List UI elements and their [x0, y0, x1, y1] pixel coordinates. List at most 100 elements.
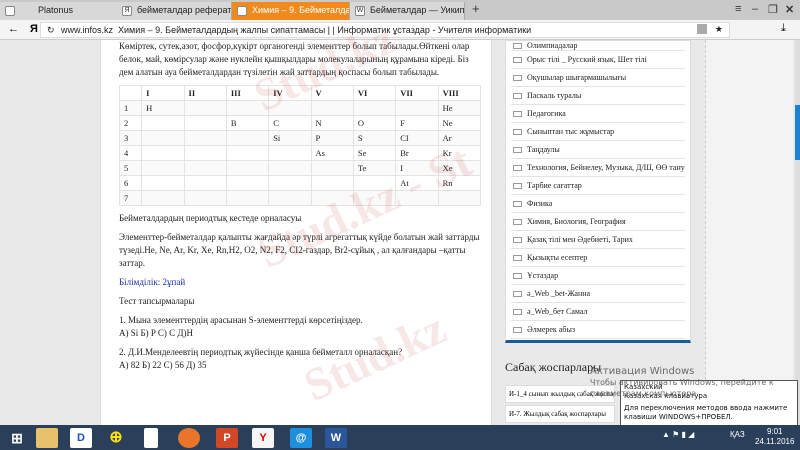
tab-wikipedia[interactable]: WБейметалдар — Уикипедия [350, 2, 465, 20]
mail-agent-icon[interactable]: @ [290, 428, 312, 448]
table-cell [352, 190, 397, 206]
folder-icon [513, 147, 522, 153]
reload-icon[interactable]: ↻ [47, 25, 55, 36]
folder-icon [513, 93, 522, 99]
question-2: 2. Д.И.Менделеевтің периодтық жүйесінде … [119, 347, 403, 357]
table-cell: Xe [437, 160, 482, 176]
table-cell: Ar [437, 130, 482, 146]
address-bar: ← Я ↻ www.infos.kz Химия – 9. Бейметалда… [0, 20, 800, 40]
sidebar-category-item[interactable]: Паскаль туралы [511, 87, 685, 105]
table-cell: V [310, 85, 354, 101]
sidebar-category-item[interactable]: Педагогика [511, 105, 685, 123]
sidebar-category-item[interactable]: ә_Web _bet-Жанна [511, 285, 685, 303]
sidebar-category-item[interactable]: Физика [511, 195, 685, 213]
url-field[interactable]: ↻ www.infos.kz Химия – 9. Бейметалдардың… [40, 22, 730, 38]
table-cell [183, 160, 227, 176]
tab-chemistry[interactable]: Химия – 9. Бейметалдардың ✕ [232, 2, 350, 20]
language-indicator[interactable]: ҚАЗ [730, 430, 745, 439]
question-1: 1. Мына элементтердің арасынан S-элемент… [119, 315, 363, 325]
tab-platonus[interactable]: Platonus [0, 2, 120, 20]
sidebar-category-item[interactable]: Қазақ тілі мен Әдебиеті, Тарих [511, 231, 685, 249]
table-cell [268, 175, 312, 191]
sidebar-category-item[interactable]: Қызықты есептер [511, 249, 685, 267]
table-cell: F [395, 115, 439, 131]
media-player-icon[interactable]: D [70, 428, 92, 448]
word-icon[interactable]: W [325, 428, 347, 448]
table-cell: Rn [437, 175, 482, 191]
table-cell [141, 190, 185, 206]
sidebar-category-item[interactable]: Сыныптан тыс жұмыстар [511, 123, 685, 141]
download-icon[interactable]: ⤓ [781, 22, 786, 35]
score-label: Білімділік: 2ұпай [119, 277, 186, 287]
scrollbar-thumb[interactable] [795, 105, 800, 160]
sidebar-category-item[interactable]: Орыс тілі _ Русский язык, Шет тілі [511, 51, 685, 69]
article-content: Көміртек, сутек,азот, фосфор,күкірт орга… [100, 40, 492, 425]
table-cell [352, 100, 397, 116]
table-cell: Si [268, 130, 312, 146]
table-row: I II III IV V VI VII VIII [118, 85, 482, 101]
tray-icons[interactable]: ▲ ⚑ ▮ ◢ [662, 430, 694, 439]
bookmark-star-icon[interactable]: ★ [715, 24, 723, 35]
table-cell [395, 190, 439, 206]
table-cell [225, 175, 270, 191]
yandex-logo-icon[interactable]: Я [30, 23, 38, 35]
sidebar-category-item[interactable]: Технология, Бейнелеу, Музыка, Д/Ш, ӨӨ та… [511, 159, 685, 177]
table-cell: I [141, 85, 185, 101]
scrollbar[interactable] [795, 40, 800, 425]
powerpoint-icon[interactable]: P [216, 428, 238, 448]
site-icon [237, 6, 247, 16]
table-cell: Ne [437, 115, 482, 131]
tab-referat[interactable]: Ябейметалдар реферат қазақ [117, 2, 232, 20]
table-cell: B [225, 115, 270, 131]
table-cell [118, 85, 143, 101]
table-cell: Te [352, 160, 397, 176]
table-cell: IV [268, 85, 312, 101]
restore-button[interactable]: ❐ [768, 3, 778, 16]
close-button[interactable]: ✕ [785, 3, 794, 16]
folder-icon [513, 273, 522, 279]
table-cell: 3 [118, 130, 143, 146]
table-cell: Kr [437, 145, 482, 161]
table-cell: 2 [118, 115, 143, 131]
table-cell: CI [395, 130, 439, 146]
section-heading: Бейметалдардың периодтық кестеде орналас… [119, 213, 302, 223]
sidebar-category-item[interactable]: Ұстаздар [511, 267, 685, 285]
sidebar-category-item[interactable]: Тәрбие сағаттар [511, 177, 685, 195]
wikipedia-icon: W [355, 6, 365, 16]
yandex-browser-icon[interactable]: Y [252, 428, 274, 448]
table-row: 1 H He [118, 100, 482, 116]
file-explorer-icon[interactable] [36, 428, 58, 448]
table-cell [141, 115, 185, 131]
sidebar-category-item[interactable]: Оқушылар шығармашылығы [511, 69, 685, 87]
sidebar-category-item[interactable]: Химия, Биология, География [511, 213, 685, 231]
protect-icon[interactable] [697, 24, 707, 34]
table-cell [225, 100, 270, 116]
sidebar-category-item[interactable]: ә_Web_бет Самал [511, 303, 685, 321]
sidebar-category-item[interactable]: Таңдаулы [511, 141, 685, 159]
intro-paragraph: Көміртек, сутек,азот, фосфор,күкірт орга… [119, 41, 470, 77]
table-cell: S [352, 130, 397, 146]
table-cell [183, 115, 227, 131]
table-row: 2 B C N O F Ne [118, 115, 482, 131]
lesson-plan-link[interactable]: И-7. Жылдық сабақ жоспарлары [505, 405, 615, 423]
table-cell: Se [352, 145, 397, 161]
windows-start-icon[interactable]: ⊞ [6, 428, 28, 448]
table-cell [141, 160, 185, 176]
table-cell: 7 [118, 190, 143, 206]
sidebar-category-item[interactable]: Олимпиадалар [511, 41, 685, 51]
table-cell [141, 145, 185, 161]
clock[interactable]: 9:01 24.11.2016 [755, 427, 794, 447]
minimize-button[interactable]: – [752, 3, 758, 15]
back-icon[interactable]: ← [8, 23, 19, 35]
folder-icon [513, 57, 522, 63]
new-tab-button[interactable]: + [472, 1, 480, 16]
document-icon[interactable] [144, 428, 158, 448]
firefox-icon[interactable] [178, 428, 200, 448]
table-cell: II [183, 85, 227, 101]
sidebar-category-item[interactable]: Әлмерек абыз [511, 321, 685, 339]
menu-icon[interactable]: ≡ [735, 3, 741, 15]
test-title: Тест тапсырмалары [119, 296, 195, 306]
table-cell [225, 160, 270, 176]
table-cell [310, 190, 354, 206]
app-plus-icon[interactable]: ⊕ [105, 428, 127, 448]
